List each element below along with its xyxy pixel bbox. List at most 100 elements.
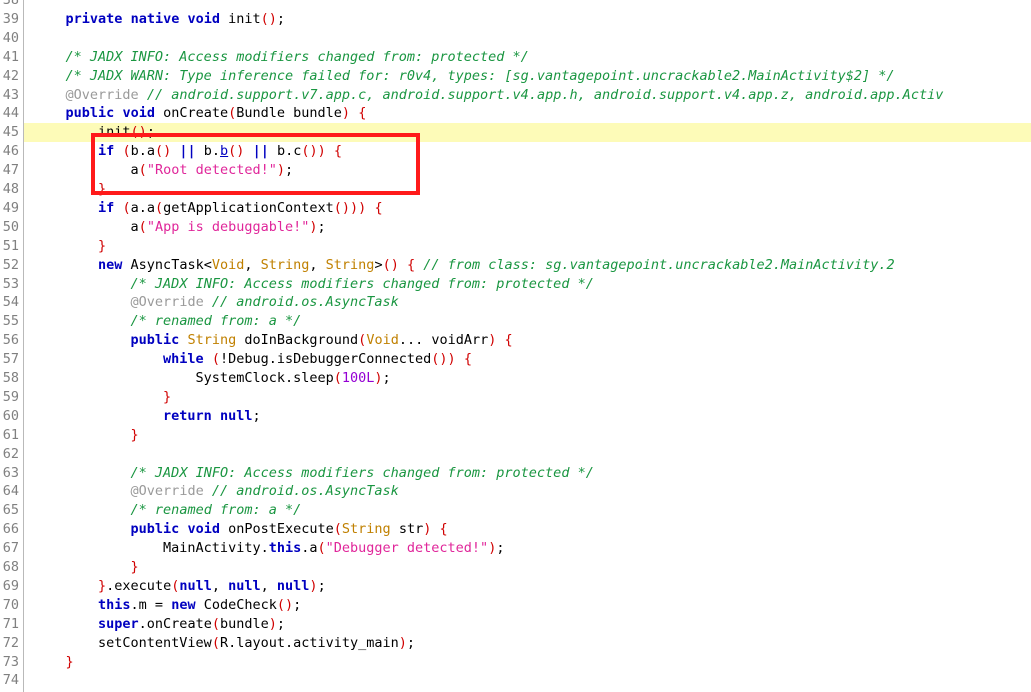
code-line[interactable]: SystemClock.sleep(100L);: [0, 369, 1031, 388]
code-line[interactable]: while (!Debug.isDebuggerConnected()) {: [0, 350, 1031, 369]
code-line-text: a("Root detected!");: [0, 161, 294, 180]
code-token-pln: [33, 483, 131, 499]
line-number: 46: [2, 143, 19, 160]
code-line[interactable]: a("App is debuggable!");: [0, 218, 1031, 237]
code-token-cmt: // android.support.v7.app.c, android.sup…: [146, 86, 944, 103]
code-token-pun: ): [309, 577, 318, 594]
code-token-cmt: /* JADX INFO: Access modifiers changed f…: [65, 48, 529, 65]
line-number: 53: [2, 275, 19, 292]
code-token-pun: {: [358, 105, 367, 122]
code-line[interactable]: /* JADX INFO: Access modifiers changed f…: [0, 464, 1031, 483]
code-line[interactable]: }: [0, 426, 1031, 445]
code-token-kw: void: [187, 10, 220, 27]
line-number: 67: [2, 540, 19, 557]
code-editor-viewport[interactable]: private native void init(); /* JADX INFO…: [0, 0, 1031, 692]
code-line[interactable]: [0, 671, 1031, 690]
line-number: 58: [2, 370, 19, 386]
code-token-pln: setContentView: [33, 634, 212, 651]
line-number: 45: [2, 124, 19, 141]
code-line[interactable]: }: [0, 237, 1031, 256]
code-line[interactable]: super.onCreate(bundle);: [0, 615, 1031, 634]
code-line[interactable]: new AsyncTask<Void, String, String>() { …: [0, 256, 1031, 275]
code-line[interactable]: this.m = new CodeCheck();: [0, 596, 1031, 615]
code-token-pln: ,: [260, 577, 277, 594]
code-token-lnk[interactable]: b: [220, 143, 228, 159]
code-token-pln: a: [33, 218, 139, 235]
code-line[interactable]: [0, 29, 1031, 48]
line-number-gutter[interactable]: 38 39 40 41 42 43 44 45 46 47 48 49 50 51 52 53 54 55 56 57…: [0, 0, 24, 692]
code-token-pln: SystemClock.sleep: [33, 370, 334, 386]
code-token-pln: str: [390, 521, 424, 538]
code-token-pln: ;: [317, 218, 326, 235]
line-number: 55: [2, 313, 19, 330]
code-token-pln: [33, 200, 98, 216]
code-line[interactable]: /* JADX INFO: Access modifiers changed f…: [0, 48, 1031, 67]
code-line[interactable]: @Override // android.os.AsyncTask: [0, 482, 1031, 501]
code-line[interactable]: if (b.a() || b.b() || b.c()) {: [0, 142, 1031, 161]
code-line[interactable]: private native void init();: [0, 10, 1031, 29]
code-line-text: /* renamed from: a */: [0, 312, 302, 331]
code-line[interactable]: }.execute(null, null, null);: [0, 577, 1031, 596]
code-line[interactable]: a("Root detected!");: [0, 161, 1031, 180]
code-token-pln: [350, 105, 358, 121]
code-text-layer[interactable]: private native void init(); /* JADX INFO…: [0, 0, 1031, 692]
code-token-pun: ): [341, 105, 351, 122]
code-token-pln: ;: [317, 577, 326, 594]
code-token-pun: ): [309, 218, 318, 235]
code-line[interactable]: MainActivity.this.a("Debugger detected!"…: [0, 539, 1031, 558]
code-token-pun: }: [130, 426, 139, 443]
code-token-pln: init: [220, 10, 261, 27]
code-line-text: /* JADX INFO: Access modifiers changed f…: [0, 464, 594, 483]
code-line[interactable]: /* JADX INFO: Access modifiers changed f…: [0, 275, 1031, 294]
code-token-pun: ): [374, 370, 383, 386]
code-token-cmt: /* renamed from: a */: [130, 313, 302, 330]
code-token-pln: init: [33, 124, 131, 141]
code-line[interactable]: [0, 0, 1031, 10]
code-line[interactable]: @Override // android.support.v7.app.c, a…: [0, 86, 1031, 105]
code-line[interactable]: setContentView(R.layout.activity_main);: [0, 634, 1031, 653]
code-line[interactable]: }: [0, 653, 1031, 672]
code-token-kw: void: [187, 521, 220, 538]
code-line[interactable]: @Override // android.os.AsyncTask: [0, 293, 1031, 312]
code-token-kw: public: [130, 332, 180, 349]
code-token-ann: @Override: [130, 483, 204, 500]
code-token-pln: [33, 654, 66, 670]
code-token-str: "Root detected!": [146, 162, 277, 179]
code-line[interactable]: }: [0, 558, 1031, 577]
code-token-pun: {: [333, 143, 343, 160]
code-line[interactable]: return null;: [0, 407, 1031, 426]
code-token-typ: String: [341, 521, 391, 538]
code-token-pun: (): [260, 10, 277, 27]
code-token-pun: (: [122, 143, 131, 160]
line-number: 40: [2, 29, 19, 46]
code-line[interactable]: /* JADX WARN: Type inference failed for:…: [0, 67, 1031, 86]
code-token-pun: {: [439, 521, 448, 538]
code-token-pun: ): [398, 634, 407, 651]
code-token-typ: String: [325, 256, 375, 273]
code-line-text: public String doInBackground(Void... voi…: [0, 331, 513, 350]
code-token-pln: [204, 294, 212, 310]
code-line[interactable]: [0, 445, 1031, 464]
code-line[interactable]: /* renamed from: a */: [0, 501, 1031, 520]
code-token-pln: ... voidArr: [398, 332, 489, 349]
line-number: 72: [2, 634, 19, 651]
code-line[interactable]: /* renamed from: a */: [0, 312, 1031, 331]
code-token-pln: Bundle bundle: [236, 105, 342, 122]
code-token-pun: }: [65, 653, 74, 670]
code-token-pln: >: [374, 256, 383, 273]
code-token-pln: CodeCheck: [195, 596, 277, 613]
code-line[interactable]: }: [0, 388, 1031, 407]
line-number: 65: [2, 502, 19, 519]
code-line[interactable]: if (a.a(getApplicationContext())) {: [0, 199, 1031, 218]
code-line[interactable]: public void onPostExecute(String str) {: [0, 520, 1031, 539]
code-line[interactable]: init();: [0, 123, 1031, 142]
code-token-pln: onPostExecute: [219, 521, 334, 538]
code-token-pln: R.layout.activity_main: [219, 634, 399, 651]
code-line[interactable]: public void onCreate(Bundle bundle) {: [0, 104, 1031, 123]
code-token-pln: ,: [309, 256, 326, 273]
code-token-pln: bundle: [219, 615, 269, 632]
code-token-pln: [33, 105, 66, 121]
code-token-cmt: /* JADX WARN: Type inference failed for:…: [65, 67, 895, 84]
code-line[interactable]: public String doInBackground(Void... voi…: [0, 331, 1031, 350]
code-line[interactable]: }: [0, 180, 1031, 199]
